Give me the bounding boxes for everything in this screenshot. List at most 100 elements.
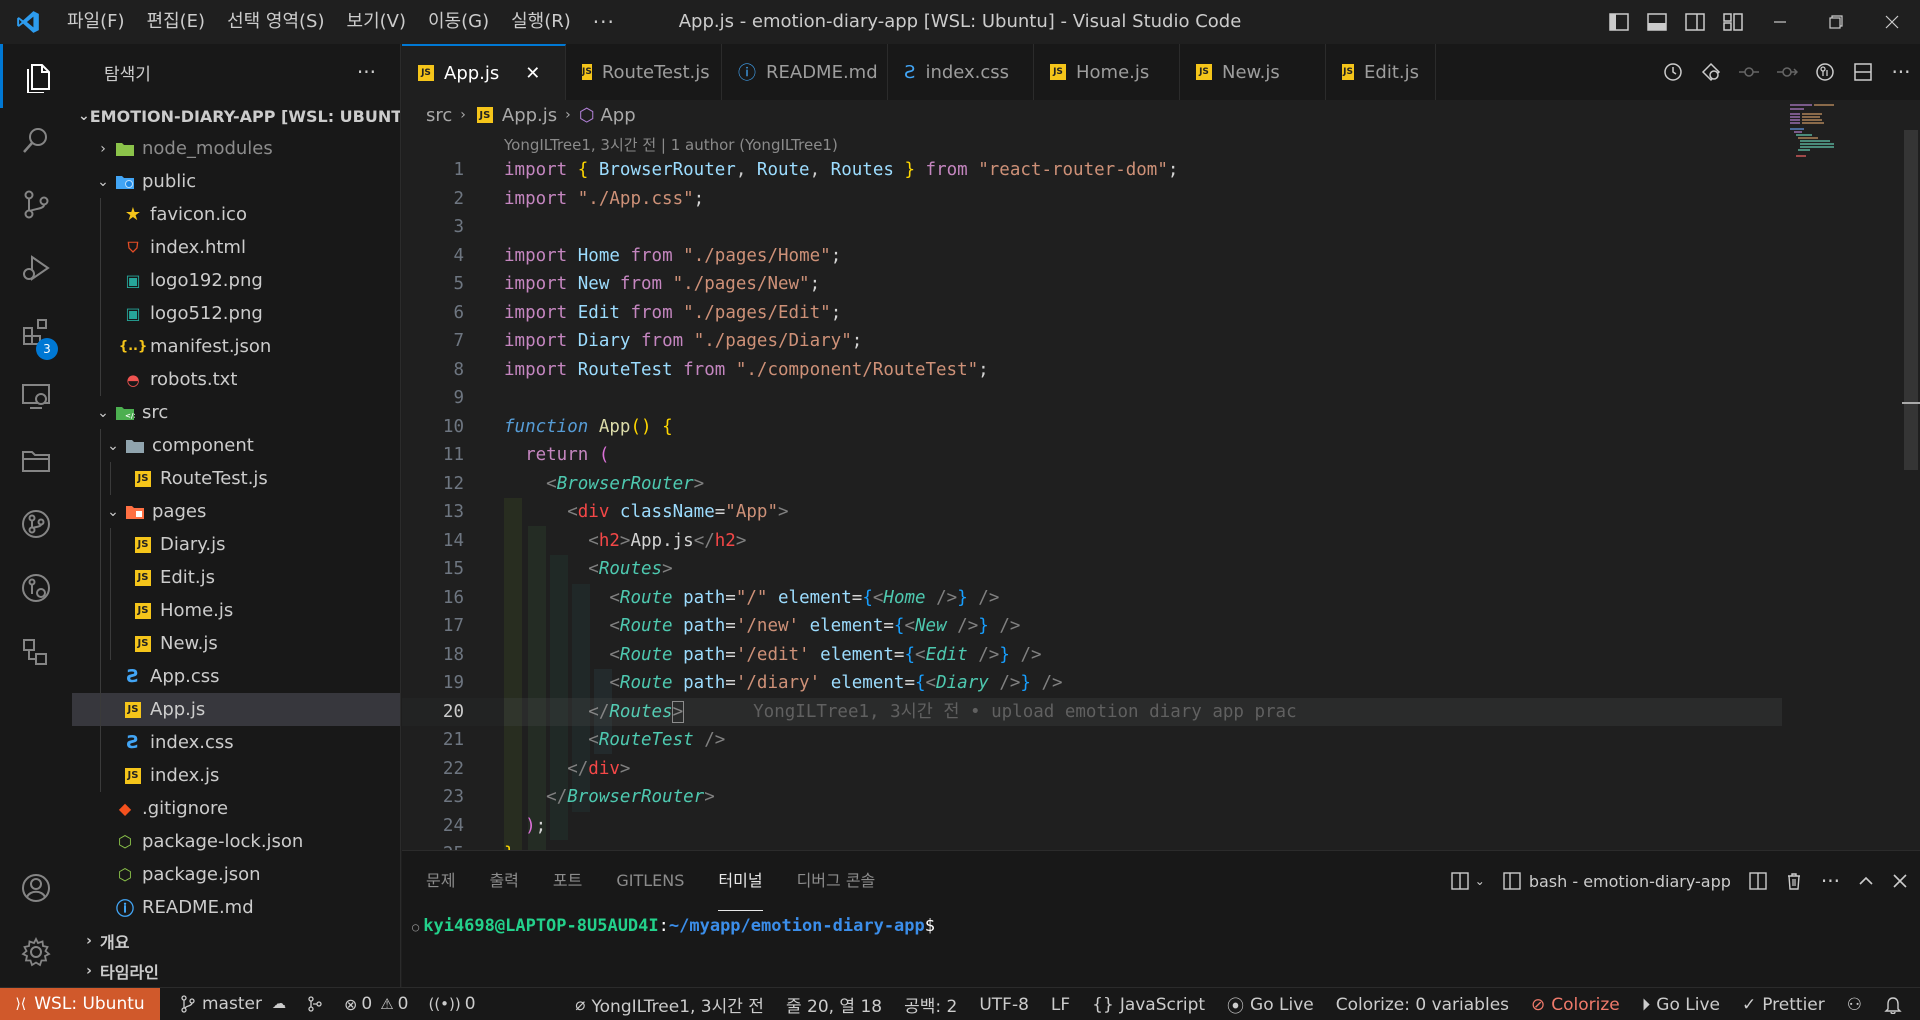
vscode-logo-icon[interactable] (0, 0, 56, 44)
toggle-primary-sidebar-icon[interactable] (1600, 0, 1638, 44)
tab-home-js[interactable]: JS Home.js (1034, 44, 1180, 100)
tab-gitlens[interactable]: GITLENS (616, 851, 684, 911)
project-manager-icon[interactable] (0, 428, 72, 492)
close-window-icon[interactable] (1864, 0, 1920, 44)
git-commit-icon[interactable] (1806, 44, 1844, 100)
previous-revision-icon[interactable] (1730, 44, 1768, 100)
maximize-panel-icon[interactable] (1858, 873, 1874, 889)
tree-item[interactable]: ◓ robots.txt (72, 363, 400, 396)
toggle-panel-icon[interactable] (1638, 0, 1676, 44)
tree-item[interactable]: Ƨindex.css (72, 726, 400, 759)
run-debug-icon[interactable] (0, 236, 72, 300)
ports-indicator[interactable]: ((•)) 0 (428, 994, 475, 1014)
tree-item[interactable]: ★ favicon.ico (72, 198, 400, 231)
menu-file[interactable]: 파일(F) (56, 0, 136, 44)
tab-routetest-js[interactable]: JS RouteTest.js (566, 44, 722, 100)
prettier-status[interactable]: ✓ Prettier (1742, 995, 1825, 1015)
restore-icon[interactable] (1808, 0, 1864, 44)
next-revision-icon[interactable] (1768, 44, 1806, 100)
tree-item[interactable]: ◆ .gitignore (72, 792, 400, 825)
tab-app-js[interactable]: JS App.js ✕ (402, 44, 566, 100)
compare-changes-icon[interactable] (1692, 44, 1730, 100)
customize-layout-icon[interactable] (1714, 0, 1752, 44)
code-lines[interactable]: 1 import { BrowserRouter, Route, Routes }… (402, 156, 1782, 850)
minimap[interactable] (1790, 104, 1860, 164)
remote-explorer-icon[interactable] (0, 364, 72, 428)
menu-run[interactable]: 실행(R) (500, 0, 582, 44)
tree-item[interactable]: JS RouteTest.js (72, 462, 400, 495)
tree-item[interactable]: JS index.js (72, 759, 400, 792)
problems-indicator[interactable]: ⊗ 0 ⚠ 0 (344, 994, 409, 1014)
close-icon[interactable]: ✕ (525, 63, 540, 84)
explorer-more-actions[interactable]: ··· (357, 60, 376, 84)
end-of-line[interactable]: LF (1051, 995, 1070, 1015)
tree-item[interactable]: JS Edit.js (72, 561, 400, 594)
tree-item[interactable]: ⬡ package-lock.json (72, 825, 400, 858)
editor-scrollbar[interactable] (1902, 100, 1920, 850)
tree-item[interactable]: ⌄ component (72, 429, 400, 462)
breadcrumb-src[interactable]: src (426, 105, 452, 126)
tab-new-js[interactable]: JS New.js (1180, 44, 1326, 100)
tab-output[interactable]: 출력 (489, 851, 518, 911)
breadcrumb-file[interactable]: App.js (502, 105, 557, 126)
editor-scroll-thumb[interactable] (1904, 130, 1918, 470)
new-terminal-dropdown[interactable]: ⌄ (1451, 872, 1485, 890)
tree-item[interactable]: › node_modules (72, 132, 400, 165)
notifications-bell-icon[interactable] (1884, 996, 1902, 1014)
terminal-instance[interactable]: bash - emotion-diary-app (1503, 872, 1731, 891)
gitlens-status-icon[interactable] (306, 995, 324, 1013)
go-live-button[interactable]: ⦿ Go Live (1227, 992, 1314, 1018)
tree-item[interactable]: JS Home.js (72, 594, 400, 627)
indentation[interactable]: 공백: 2 (904, 992, 957, 1017)
gitlens-icon[interactable] (0, 492, 72, 556)
trash-icon[interactable] (1785, 872, 1803, 890)
tab-debug-console[interactable]: 디버그 콘솔 (797, 851, 876, 911)
menu-edit[interactable]: 편집(E) (136, 0, 217, 44)
tree-item[interactable]: ⓘ README.md (72, 891, 400, 924)
tree-item[interactable]: ⌄ </> src (72, 396, 400, 429)
gitlens-codelens[interactable]: YongILTree1, 3시간 전 | 1 author (YongILTre… (504, 134, 838, 155)
toggle-secondary-sidebar-icon[interactable] (1676, 0, 1714, 44)
tree-item[interactable]: ⬡ package.json (72, 858, 400, 891)
search-icon[interactable] (0, 108, 72, 172)
menu-selection[interactable]: 선택 영역(S) (216, 0, 335, 44)
timeline-section[interactable]: › 타임라인 (72, 954, 400, 987)
menu-go[interactable]: 이동(G) (417, 0, 500, 44)
source-control-icon[interactable] (0, 172, 72, 236)
colorize-toggle[interactable]: ⊘ Colorize (1531, 995, 1620, 1015)
split-editor-icon[interactable] (1844, 44, 1882, 100)
tree-item[interactable]: ▣ logo512.png (72, 297, 400, 330)
tree-item[interactable]: ▣ logo192.png (72, 264, 400, 297)
explorer-icon[interactable] (0, 44, 72, 108)
tree-item[interactable]: ⛉ index.html (72, 231, 400, 264)
tree-item[interactable]: JS Diary.js (72, 528, 400, 561)
tab-terminal[interactable]: 터미널 (718, 851, 763, 911)
settings-gear-icon[interactable] (0, 920, 72, 984)
gitlens-inspect-icon[interactable] (0, 556, 72, 620)
minimize-icon[interactable] (1752, 0, 1808, 44)
gitlens-blame-status[interactable]: ⌀ YongILTree1, 3시간 전 (575, 992, 764, 1018)
tab-ports[interactable]: 포트 (553, 851, 582, 911)
accounts-icon[interactable] (0, 856, 72, 920)
accounts-status-icon[interactable]: ⚇ (1847, 995, 1862, 1015)
tab-problems[interactable]: 문제 (426, 851, 455, 911)
more-actions-icon[interactable]: ··· (1821, 869, 1840, 893)
terminal-output[interactable]: ○ kyi4698@LAPTOP-8U5AUD4I:~/myapp/emotion… (412, 911, 935, 942)
cursor-position[interactable]: 줄 20, 열 18 (786, 992, 882, 1017)
pages-icon[interactable] (0, 620, 72, 684)
tree-item[interactable]: {..} manifest.json (72, 330, 400, 363)
tab-readme-md[interactable]: ⓘ README.md (722, 44, 888, 100)
workspace-root[interactable]: ⌄ EMOTION-DIARY-APP [WSL: UBUNT... (72, 100, 400, 132)
close-panel-icon[interactable] (1892, 873, 1908, 889)
tab-index-css[interactable]: Ƨindex.css (888, 44, 1034, 100)
remote-indicator[interactable]: ⟩⟨ WSL: Ubuntu (0, 987, 160, 1020)
menu-more[interactable]: ··· (582, 0, 626, 44)
extensions-icon[interactable]: 3 (0, 300, 72, 364)
breadcrumb-symbol[interactable]: App (600, 105, 635, 126)
tree-item[interactable]: ⌄ pages (72, 495, 400, 528)
tree-item[interactable]: JS App.js (72, 693, 400, 726)
colorize-variables[interactable]: Colorize: 0 variables (1336, 995, 1509, 1015)
tree-item[interactable]: ⌄ public (72, 165, 400, 198)
split-panel-icon[interactable] (1749, 872, 1767, 890)
tree-item[interactable]: Ƨ App.css (72, 660, 400, 693)
